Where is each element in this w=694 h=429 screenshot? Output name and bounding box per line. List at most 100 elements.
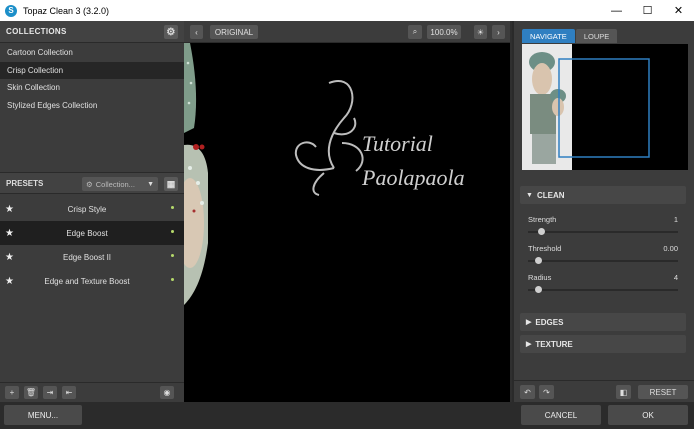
- title-bar: S Topaz Clean 3 (3.2.0) — ☐ ✕: [0, 0, 694, 21]
- add-preset-icon[interactable]: +: [5, 386, 19, 399]
- close-button[interactable]: ✕: [663, 0, 694, 21]
- collection-item-label: Stylized Edges Collection: [7, 100, 98, 110]
- slider-value[interactable]: 1: [674, 215, 678, 224]
- undo-icon[interactable]: ↶: [520, 385, 535, 399]
- star-icon[interactable]: ★: [5, 276, 14, 287]
- star-icon[interactable]: ★: [5, 204, 14, 215]
- lightbulb-icon[interactable]: ☀: [474, 25, 487, 39]
- camera-icon[interactable]: ◉: [160, 386, 174, 399]
- tab-loupe[interactable]: LOUPE: [575, 29, 618, 43]
- character-bow: [193, 144, 199, 150]
- image-preview[interactable]: Tutorial Paolapaola: [184, 43, 510, 402]
- left-panel: COLLECTIONS ⚙ Cartoon Collection Crisp C…: [0, 21, 184, 402]
- preset-item[interactable]: ★ Edge Boost: [0, 221, 184, 245]
- collection-item[interactable]: Cartoon Collection: [0, 44, 184, 62]
- slider-thumb[interactable]: [535, 286, 543, 293]
- ok-button[interactable]: OK: [608, 405, 688, 425]
- export-preset-icon[interactable]: ⇤: [62, 386, 76, 399]
- collection-item-label: Crisp Collection: [7, 65, 64, 75]
- zoom-level-field[interactable]: 100.0%: [427, 25, 461, 39]
- preview-panel: ‹ ORIGINAL ⌕ 100.0% ☀ › Tutorial Paolapa…: [184, 21, 510, 402]
- collection-item[interactable]: Crisp Collection: [0, 61, 184, 79]
- artwork-shape-top: [184, 43, 197, 133]
- threshold-slider[interactable]: Threshold 0.00: [528, 244, 678, 264]
- navigator-thumbnail[interactable]: [522, 44, 688, 170]
- chevron-right-icon[interactable]: ›: [492, 25, 505, 39]
- preset-item[interactable]: ★ Edge and Texture Boost: [0, 269, 184, 293]
- right-panel: NAVIGATE LOUPE ▼ CLEAN Strength 1 Thresh…: [512, 21, 694, 402]
- preset-label: Edge Boost: [66, 228, 108, 238]
- compare-icon[interactable]: ◧: [616, 385, 631, 399]
- minimize-button[interactable]: —: [601, 0, 632, 21]
- navigator-tabs: NAVIGATE LOUPE: [522, 29, 618, 43]
- collection-item[interactable]: Skin Collection: [0, 79, 184, 97]
- preset-indicator-dot: [171, 230, 174, 233]
- delete-preset-icon[interactable]: 🗑: [24, 386, 38, 399]
- strength-slider[interactable]: Strength 1: [528, 215, 678, 235]
- tab-navigate[interactable]: NAVIGATE: [522, 29, 575, 43]
- edges-section-header[interactable]: ▶ EDGES: [520, 313, 686, 331]
- grid-view-icon[interactable]: ▦: [164, 177, 178, 191]
- preset-label: Edge Boost II: [62, 252, 112, 262]
- collection-item[interactable]: Stylized Edges Collection: [0, 97, 184, 115]
- slider-thumb[interactable]: [538, 228, 545, 235]
- slider-label: Strength: [528, 215, 557, 224]
- slider-thumb[interactable]: [535, 257, 543, 264]
- clean-section-header[interactable]: ▼ CLEAN: [520, 186, 686, 204]
- dropdown-value: Collection...: [95, 179, 135, 189]
- bottom-bar: MENU... CANCEL OK: [0, 402, 694, 429]
- redo-icon[interactable]: ↷: [539, 385, 554, 399]
- navigator-artwork: [522, 44, 688, 170]
- slider-track[interactable]: [528, 286, 678, 293]
- texture-section-header[interactable]: ▶ TEXTURE: [520, 335, 686, 353]
- slider-value[interactable]: 0.00: [663, 244, 678, 253]
- slider-track[interactable]: [528, 257, 678, 264]
- watermark-flourish: [294, 80, 364, 196]
- edges-section-title: EDGES: [535, 317, 564, 327]
- clean-section-title: CLEAN: [536, 190, 565, 200]
- presets-title: PRESETS: [6, 178, 44, 188]
- preview-artwork: Tutorial Paolapaola: [184, 43, 465, 305]
- radius-slider[interactable]: Radius 4: [528, 273, 678, 293]
- gear-icon: ⚙: [86, 179, 93, 189]
- chevron-right-icon: ▶: [526, 341, 532, 348]
- slider-track[interactable]: [528, 228, 678, 235]
- menu-button[interactable]: MENU...: [4, 405, 82, 425]
- collections-header: COLLECTIONS ⚙: [0, 21, 184, 43]
- slider-label: Threshold: [528, 244, 562, 253]
- chevron-right-icon: ▶: [526, 319, 532, 326]
- chevron-left-icon[interactable]: ‹: [190, 25, 203, 39]
- star-icon[interactable]: ★: [5, 228, 14, 239]
- original-button[interactable]: ORIGINAL: [210, 25, 258, 39]
- chevron-down-icon: ▼: [526, 191, 533, 199]
- chevron-down-icon: ▼: [147, 180, 154, 188]
- topaz-app-icon: S: [5, 4, 17, 17]
- preset-toolbar: + 🗑 ⇥ ⇤ ◉: [0, 382, 184, 402]
- star-icon[interactable]: ★: [5, 252, 14, 263]
- collections-title: COLLECTIONS: [6, 27, 67, 36]
- preset-item[interactable]: ★ Edge Boost II: [0, 245, 184, 269]
- slider-value[interactable]: 4: [674, 273, 678, 282]
- preset-item[interactable]: ★ Crisp Style: [0, 197, 184, 221]
- presets-header: PRESETS ⚙ Collection... ▼ ▦: [0, 172, 184, 194]
- watermark-line1: Tutorial: [362, 131, 433, 156]
- reset-button[interactable]: RESET: [638, 385, 688, 399]
- adjustments-toolbar: ↶ ↷ ◧ RESET: [514, 380, 694, 402]
- preview-toolbar: ‹ ORIGINAL ⌕ 100.0% ☀ ›: [184, 21, 510, 43]
- preset-label: Crisp Style: [67, 204, 107, 214]
- preset-label: Edge and Texture Boost: [44, 276, 130, 286]
- collection-item-label: Skin Collection: [7, 83, 60, 93]
- maximize-button[interactable]: ☐: [632, 0, 663, 21]
- collections-gear-icon[interactable]: ⚙: [164, 25, 178, 39]
- import-preset-icon[interactable]: ⇥: [43, 386, 57, 399]
- collections-list: Cartoon Collection Crisp Collection Skin…: [0, 44, 184, 114]
- collection-filter-dropdown[interactable]: ⚙ Collection... ▼: [82, 177, 158, 191]
- texture-section-title: TEXTURE: [535, 339, 573, 349]
- preset-indicator-dot: [171, 206, 174, 209]
- preset-indicator-dot: [171, 278, 174, 281]
- slider-label: Radius: [528, 273, 552, 282]
- preset-indicator-dot: [171, 254, 174, 257]
- collection-item-label: Cartoon Collection: [7, 48, 73, 58]
- cancel-button[interactable]: CANCEL: [521, 405, 601, 425]
- zoom-search-icon[interactable]: ⌕: [408, 25, 422, 39]
